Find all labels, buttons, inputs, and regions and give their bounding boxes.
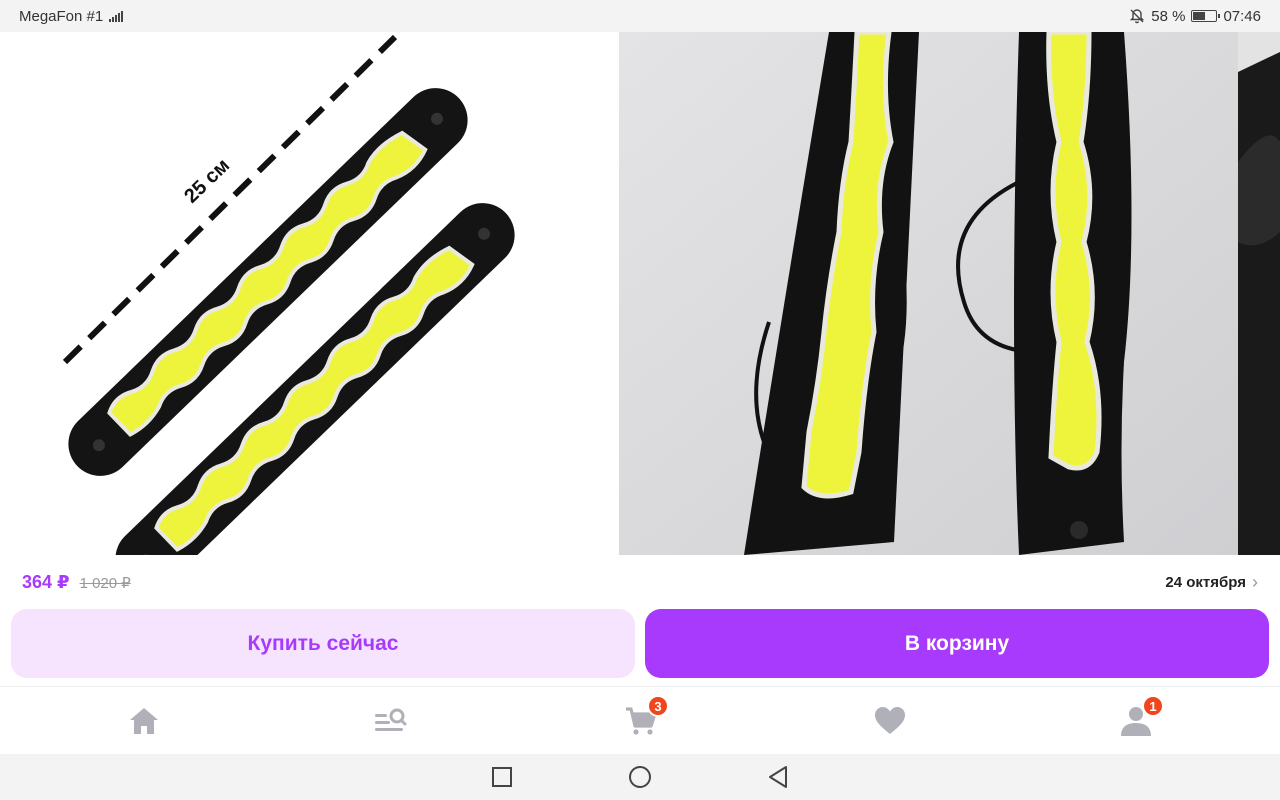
battery-percent: 58 % — [1151, 7, 1186, 25]
old-price: 1 020 ₽ — [79, 574, 131, 592]
back-triangle-icon[interactable] — [765, 764, 791, 790]
bottom-tab-bar: 3 1 — [0, 686, 1280, 754]
tab-profile[interactable]: 1 — [1106, 687, 1166, 755]
clock: 07:46 — [1223, 7, 1261, 25]
recents-square-icon[interactable] — [489, 764, 515, 790]
tab-favorites[interactable] — [860, 687, 920, 755]
profile-badge: 1 — [1142, 695, 1164, 717]
dimension-label: 25 см — [180, 154, 234, 207]
system-navigation-bar — [0, 754, 1280, 800]
gallery-slide-3[interactable] — [1238, 32, 1280, 555]
chevron-right-icon: › — [1252, 571, 1258, 592]
tab-catalog[interactable] — [360, 687, 420, 755]
partial-next-photo — [1238, 32, 1280, 555]
led-strips-image: 25 см — [62, 34, 515, 555]
product-gallery[interactable]: 25 см — [0, 32, 1280, 555]
tab-cart[interactable]: 3 — [611, 687, 671, 755]
delivery-date: 24 октября — [1165, 573, 1246, 591]
gallery-slide-1[interactable]: 25 см — [0, 32, 619, 555]
battery-icon — [1191, 10, 1221, 22]
buy-now-button[interactable]: Купить сейчас — [11, 609, 635, 678]
tab-home[interactable] — [114, 687, 174, 755]
led-strips-photo — [619, 32, 1238, 555]
mute-bell-icon — [1130, 9, 1145, 24]
delivery-date-link[interactable]: 24 октября › — [1165, 572, 1258, 593]
carrier-label: MegaFon #1 — [19, 7, 104, 25]
home-circle-icon[interactable] — [627, 764, 653, 790]
cart-badge: 3 — [647, 695, 669, 717]
catalog-search-icon — [375, 708, 407, 731]
heart-icon — [875, 707, 905, 734]
gallery-slide-2[interactable] — [619, 32, 1238, 555]
price-row: 364 ₽ 1 020 ₽ 24 октября › — [22, 571, 1258, 593]
current-price: 364 ₽ — [22, 571, 70, 592]
signal-icon — [109, 10, 124, 22]
home-icon — [130, 708, 158, 734]
purchase-panel: 364 ₽ 1 020 ₽ 24 октября › Купить сейчас… — [0, 555, 1280, 686]
add-to-cart-button[interactable]: В корзину — [645, 609, 1269, 678]
status-bar: MegaFon #1 58 % 07:46 — [0, 0, 1280, 32]
